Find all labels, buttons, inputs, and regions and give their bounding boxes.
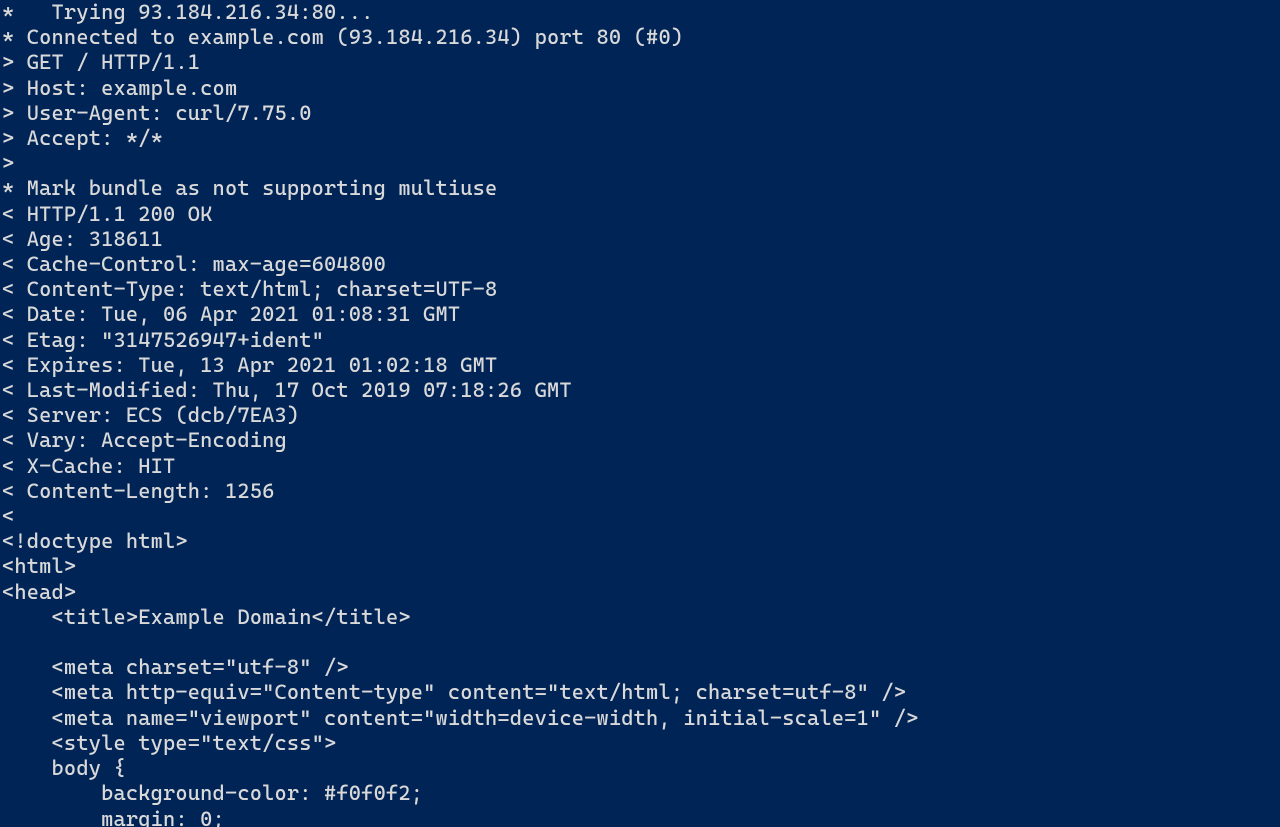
terminal-output[interactable]: * Trying 93.184.216.34:80... * Connected… [0, 0, 1280, 827]
